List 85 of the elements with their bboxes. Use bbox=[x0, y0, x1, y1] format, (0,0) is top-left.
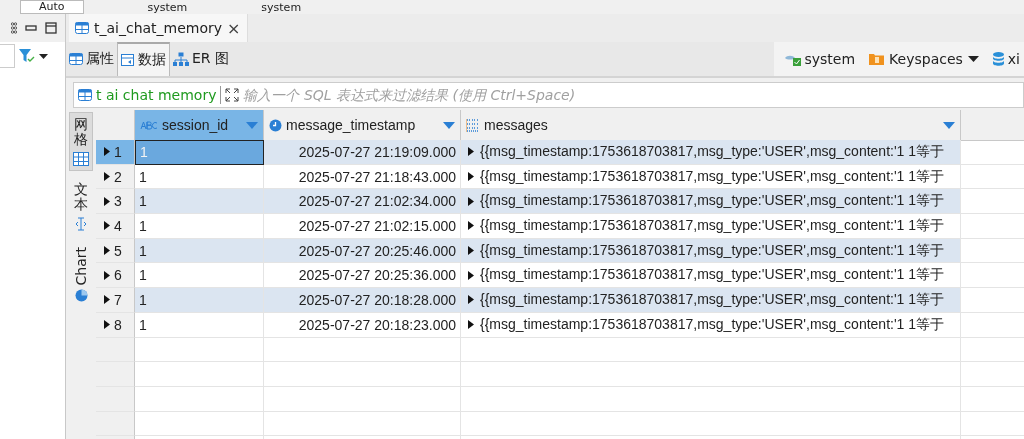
expand-arrow-icon[interactable] bbox=[104, 196, 110, 206]
row-number[interactable]: 1 bbox=[96, 140, 135, 165]
list-grid-icon bbox=[466, 118, 480, 132]
table-cell: 2025-07-27 20:25:46.000 bbox=[264, 238, 461, 264]
search-field[interactable] bbox=[0, 44, 15, 68]
table-cell: 1 bbox=[135, 288, 264, 313]
table-cell: 2025-07-27 21:19:09.000 bbox=[264, 140, 461, 165]
row-number[interactable]: 5 bbox=[96, 238, 135, 264]
table-cell: 2025-07-27 21:02:15.000 bbox=[264, 214, 461, 239]
expand-arrow-icon[interactable] bbox=[104, 147, 110, 157]
dropdown-arrow-icon[interactable] bbox=[967, 56, 979, 62]
table-cell: {{msg_timestamp:1753618703817,msg_type:'USER',msg_content:'1 1等于 bbox=[480, 290, 945, 309]
table-icon bbox=[69, 53, 83, 65]
sort-arrow-icon[interactable] bbox=[943, 121, 955, 129]
column-header[interactable]: messages bbox=[461, 110, 961, 141]
maximize-icon[interactable] bbox=[45, 22, 57, 34]
expand-arrow-icon[interactable] bbox=[468, 246, 474, 256]
expand-arrow-icon[interactable] bbox=[104, 246, 110, 256]
minimize-icon[interactable] bbox=[25, 22, 37, 34]
table-cell: {{msg_timestamp:1753618703817,msg_type:'USER',msg_content:'1 1等于 bbox=[480, 241, 945, 260]
expand-arrow-icon[interactable] bbox=[104, 295, 110, 305]
connection-selector[interactable]: system bbox=[147, 2, 188, 14]
row-number[interactable]: 4 bbox=[96, 214, 135, 239]
table-cell: 2025-07-27 20:18:28.000 bbox=[264, 288, 461, 313]
schema-selector[interactable]: system bbox=[261, 2, 302, 14]
row-number[interactable]: 6 bbox=[96, 263, 135, 289]
row-number[interactable]: 3 bbox=[96, 189, 135, 215]
expand-icon[interactable] bbox=[225, 88, 240, 102]
mode-field[interactable]: Auto bbox=[20, 0, 84, 14]
expand-arrow-icon[interactable] bbox=[104, 320, 110, 330]
table-cell: 2025-07-27 21:02:34.000 bbox=[264, 189, 461, 215]
table-cell: 1 bbox=[135, 312, 264, 338]
connection-label[interactable]: system bbox=[804, 51, 856, 67]
view-tab[interactable]: 属性 bbox=[66, 42, 117, 76]
close-button[interactable]: × bbox=[227, 18, 241, 38]
database-label[interactable]: xi bbox=[1007, 51, 1020, 67]
pie-chart-icon bbox=[74, 289, 88, 303]
table-cell: 2025-07-27 20:18:23.000 bbox=[264, 312, 461, 338]
drag-handle-icon[interactable] bbox=[11, 22, 17, 34]
row-number[interactable]: 7 bbox=[96, 288, 135, 313]
editor-tab[interactable]: t_ai_chat_memory × bbox=[69, 14, 248, 42]
expand-arrow-icon[interactable] bbox=[468, 221, 474, 231]
table-name: t ai chat memory bbox=[96, 87, 217, 103]
table-icon bbox=[75, 22, 89, 34]
hierarchy-icon bbox=[173, 52, 189, 66]
keyspaces-label[interactable]: Keyspaces bbox=[889, 51, 963, 67]
abc-type-icon bbox=[140, 120, 158, 130]
side-tab[interactable]: Chart bbox=[69, 241, 93, 308]
expand-arrow-icon[interactable] bbox=[468, 147, 474, 157]
expand-arrow-icon[interactable] bbox=[468, 196, 474, 206]
text-cursor-icon bbox=[75, 216, 87, 231]
expand-arrow-icon[interactable] bbox=[468, 172, 474, 182]
clock-icon bbox=[269, 118, 282, 132]
side-tab[interactable]: 网格 bbox=[69, 112, 93, 171]
grid-icon bbox=[73, 151, 89, 166]
table-cell: {{msg_timestamp:1753618703817,msg_type:'USER',msg_content:'1 1等于 bbox=[480, 167, 945, 186]
dropdown-arrow-icon[interactable] bbox=[39, 53, 48, 59]
table-icon bbox=[78, 89, 92, 101]
table-cell: {{msg_timestamp:1753618703817,msg_type:'USER',msg_content:'1 1等于 bbox=[480, 216, 945, 235]
table-cell: {{msg_timestamp:1753618703817,msg_type:'USER',msg_content:'1 1等于 bbox=[480, 266, 945, 285]
row-number[interactable]: 8 bbox=[96, 312, 135, 338]
expand-arrow-icon[interactable] bbox=[104, 172, 110, 182]
filter-bar[interactable]: t ai chat memory 输入一个 SQL 表达式来过滤结果 (使用 Ctrl+Space) bbox=[73, 82, 1024, 108]
table-cell: 1 bbox=[135, 214, 264, 239]
table-cell: {{msg_timestamp:1753618703817,msg_type:'USER',msg_content:'1 1等于 bbox=[480, 315, 945, 334]
row-number[interactable]: 2 bbox=[96, 164, 135, 190]
data-grid-icon bbox=[121, 53, 135, 67]
expand-arrow-icon[interactable] bbox=[104, 270, 110, 280]
view-tab[interactable]: ER 图 bbox=[170, 42, 233, 76]
table-cell: {{msg_timestamp:1753618703817,msg_type:'USER',msg_content:'1 1等于 bbox=[480, 142, 945, 161]
table-cell: 1 bbox=[135, 189, 264, 215]
view-tab[interactable]: 数据 bbox=[117, 42, 170, 76]
column-header[interactable]: message_timestamp bbox=[264, 110, 461, 141]
filter-input[interactable]: 输入一个 SQL 表达式来过滤结果 (使用 Ctrl+Space) bbox=[243, 87, 1023, 103]
database-icon[interactable] bbox=[992, 52, 1004, 66]
sort-arrow-icon[interactable] bbox=[443, 121, 455, 129]
table-cell: 1 bbox=[135, 238, 264, 264]
column-header[interactable]: session_id bbox=[135, 110, 264, 141]
expand-arrow-icon[interactable] bbox=[468, 320, 474, 330]
table-cell: 1 bbox=[135, 140, 264, 165]
side-tab[interactable]: 文本 bbox=[70, 176, 92, 236]
expand-arrow-icon[interactable] bbox=[468, 270, 474, 280]
expand-arrow-icon[interactable] bbox=[104, 221, 110, 231]
table-cell: {{msg_timestamp:1753618703817,msg_type:'USER',msg_content:'1 1等于 bbox=[480, 192, 945, 211]
expand-arrow-icon[interactable] bbox=[468, 295, 474, 305]
